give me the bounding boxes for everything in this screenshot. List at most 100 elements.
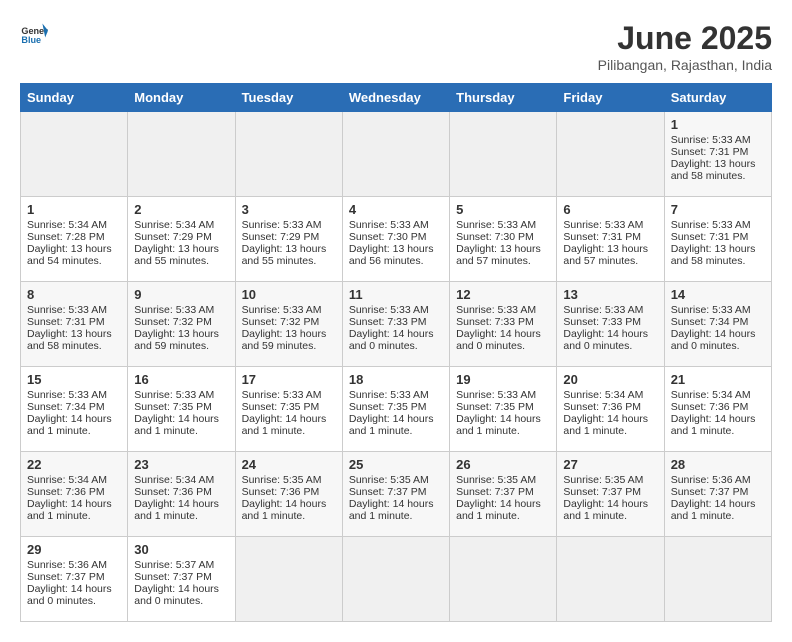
sunset-label: Sunset: 7:28 PM bbox=[27, 231, 105, 243]
day-number: 24 bbox=[242, 457, 336, 472]
calendar-week-3: 8 Sunrise: 5:33 AM Sunset: 7:31 PM Dayli… bbox=[21, 282, 772, 367]
page-header: General Blue June 2025 Pilibangan, Rajas… bbox=[20, 20, 772, 73]
sunset-label: Sunset: 7:35 PM bbox=[349, 401, 427, 413]
day-number: 21 bbox=[671, 372, 765, 387]
sunrise-label: Sunrise: 5:33 AM bbox=[671, 304, 751, 316]
sunrise-label: Sunrise: 5:34 AM bbox=[671, 389, 751, 401]
sunset-label: Sunset: 7:36 PM bbox=[671, 401, 749, 413]
sunrise-label: Sunrise: 5:36 AM bbox=[671, 474, 751, 486]
calendar-cell: 24 Sunrise: 5:35 AM Sunset: 7:36 PM Dayl… bbox=[235, 452, 342, 537]
daylight-label: Daylight: 13 hours and 58 minutes. bbox=[671, 158, 756, 182]
weekday-header-sunday: Sunday bbox=[21, 84, 128, 112]
day-number: 7 bbox=[671, 202, 765, 217]
sunset-label: Sunset: 7:34 PM bbox=[27, 401, 105, 413]
calendar-cell bbox=[235, 537, 342, 622]
calendar-cell: 11 Sunrise: 5:33 AM Sunset: 7:33 PM Dayl… bbox=[342, 282, 449, 367]
logo: General Blue bbox=[20, 20, 48, 48]
calendar-table: SundayMondayTuesdayWednesdayThursdayFrid… bbox=[20, 83, 772, 622]
daylight-label: Daylight: 13 hours and 57 minutes. bbox=[456, 243, 541, 267]
daylight-label: Daylight: 14 hours and 0 minutes. bbox=[134, 583, 219, 607]
calendar-week-4: 15 Sunrise: 5:33 AM Sunset: 7:34 PM Dayl… bbox=[21, 367, 772, 452]
sunrise-label: Sunrise: 5:33 AM bbox=[349, 389, 429, 401]
day-number: 29 bbox=[27, 542, 121, 557]
location-title: Pilibangan, Rajasthan, India bbox=[598, 57, 772, 73]
sunrise-label: Sunrise: 5:33 AM bbox=[242, 304, 322, 316]
sunset-label: Sunset: 7:35 PM bbox=[242, 401, 320, 413]
weekday-header-friday: Friday bbox=[557, 84, 664, 112]
sunset-label: Sunset: 7:35 PM bbox=[456, 401, 534, 413]
weekday-header-thursday: Thursday bbox=[450, 84, 557, 112]
day-number: 20 bbox=[563, 372, 657, 387]
daylight-label: Daylight: 14 hours and 0 minutes. bbox=[349, 328, 434, 352]
calendar-cell: 29 Sunrise: 5:36 AM Sunset: 7:37 PM Dayl… bbox=[21, 537, 128, 622]
sunset-label: Sunset: 7:31 PM bbox=[671, 231, 749, 243]
day-number: 13 bbox=[563, 287, 657, 302]
calendar-cell: 16 Sunrise: 5:33 AM Sunset: 7:35 PM Dayl… bbox=[128, 367, 235, 452]
svg-text:Blue: Blue bbox=[21, 35, 41, 45]
day-number: 9 bbox=[134, 287, 228, 302]
calendar-week-6: 29 Sunrise: 5:36 AM Sunset: 7:37 PM Dayl… bbox=[21, 537, 772, 622]
calendar-cell bbox=[557, 112, 664, 197]
calendar-cell: 5 Sunrise: 5:33 AM Sunset: 7:30 PM Dayli… bbox=[450, 197, 557, 282]
day-number: 1 bbox=[27, 202, 121, 217]
calendar-cell: 22 Sunrise: 5:34 AM Sunset: 7:36 PM Dayl… bbox=[21, 452, 128, 537]
daylight-label: Daylight: 13 hours and 55 minutes. bbox=[134, 243, 219, 267]
calendar-cell bbox=[557, 537, 664, 622]
daylight-label: Daylight: 13 hours and 57 minutes. bbox=[563, 243, 648, 267]
calendar-cell: 17 Sunrise: 5:33 AM Sunset: 7:35 PM Dayl… bbox=[235, 367, 342, 452]
calendar-cell: 18 Sunrise: 5:33 AM Sunset: 7:35 PM Dayl… bbox=[342, 367, 449, 452]
sunset-label: Sunset: 7:37 PM bbox=[563, 486, 641, 498]
daylight-label: Daylight: 13 hours and 59 minutes. bbox=[134, 328, 219, 352]
sunset-label: Sunset: 7:35 PM bbox=[134, 401, 212, 413]
day-number: 12 bbox=[456, 287, 550, 302]
daylight-label: Daylight: 14 hours and 0 minutes. bbox=[563, 328, 648, 352]
weekday-header-saturday: Saturday bbox=[664, 84, 771, 112]
daylight-label: Daylight: 13 hours and 59 minutes. bbox=[242, 328, 327, 352]
sunset-label: Sunset: 7:37 PM bbox=[134, 571, 212, 583]
sunset-label: Sunset: 7:36 PM bbox=[563, 401, 641, 413]
day-number: 8 bbox=[27, 287, 121, 302]
sunset-label: Sunset: 7:36 PM bbox=[242, 486, 320, 498]
sunrise-label: Sunrise: 5:33 AM bbox=[456, 219, 536, 231]
day-number: 23 bbox=[134, 457, 228, 472]
day-number: 3 bbox=[242, 202, 336, 217]
sunrise-label: Sunrise: 5:36 AM bbox=[27, 559, 107, 571]
calendar-cell bbox=[450, 112, 557, 197]
sunset-label: Sunset: 7:33 PM bbox=[349, 316, 427, 328]
calendar-week-5: 22 Sunrise: 5:34 AM Sunset: 7:36 PM Dayl… bbox=[21, 452, 772, 537]
day-number: 22 bbox=[27, 457, 121, 472]
sunrise-label: Sunrise: 5:33 AM bbox=[349, 219, 429, 231]
month-title: June 2025 bbox=[598, 20, 772, 57]
day-number: 17 bbox=[242, 372, 336, 387]
calendar-week-1: 1 Sunrise: 5:33 AM Sunset: 7:31 PM Dayli… bbox=[21, 112, 772, 197]
sunrise-label: Sunrise: 5:37 AM bbox=[134, 559, 214, 571]
calendar-cell: 23 Sunrise: 5:34 AM Sunset: 7:36 PM Dayl… bbox=[128, 452, 235, 537]
day-number: 1 bbox=[671, 117, 765, 132]
calendar-cell: 6 Sunrise: 5:33 AM Sunset: 7:31 PM Dayli… bbox=[557, 197, 664, 282]
calendar-cell bbox=[450, 537, 557, 622]
calendar-cell bbox=[664, 537, 771, 622]
daylight-label: Daylight: 14 hours and 1 minute. bbox=[242, 498, 327, 522]
calendar-cell bbox=[235, 112, 342, 197]
day-number: 4 bbox=[349, 202, 443, 217]
daylight-label: Daylight: 14 hours and 1 minute. bbox=[671, 413, 756, 437]
sunset-label: Sunset: 7:36 PM bbox=[134, 486, 212, 498]
calendar-cell: 21 Sunrise: 5:34 AM Sunset: 7:36 PM Dayl… bbox=[664, 367, 771, 452]
daylight-label: Daylight: 14 hours and 1 minute. bbox=[27, 498, 112, 522]
daylight-label: Daylight: 14 hours and 1 minute. bbox=[456, 413, 541, 437]
sunset-label: Sunset: 7:33 PM bbox=[563, 316, 641, 328]
sunrise-label: Sunrise: 5:35 AM bbox=[242, 474, 322, 486]
sunrise-label: Sunrise: 5:33 AM bbox=[134, 389, 214, 401]
day-number: 2 bbox=[134, 202, 228, 217]
calendar-cell: 14 Sunrise: 5:33 AM Sunset: 7:34 PM Dayl… bbox=[664, 282, 771, 367]
calendar-cell: 3 Sunrise: 5:33 AM Sunset: 7:29 PM Dayli… bbox=[235, 197, 342, 282]
calendar-cell: 8 Sunrise: 5:33 AM Sunset: 7:31 PM Dayli… bbox=[21, 282, 128, 367]
calendar-cell: 10 Sunrise: 5:33 AM Sunset: 7:32 PM Dayl… bbox=[235, 282, 342, 367]
day-number: 25 bbox=[349, 457, 443, 472]
sunset-label: Sunset: 7:34 PM bbox=[671, 316, 749, 328]
calendar-cell: 19 Sunrise: 5:33 AM Sunset: 7:35 PM Dayl… bbox=[450, 367, 557, 452]
day-number: 15 bbox=[27, 372, 121, 387]
sunrise-label: Sunrise: 5:33 AM bbox=[242, 389, 322, 401]
sunrise-label: Sunrise: 5:35 AM bbox=[563, 474, 643, 486]
daylight-label: Daylight: 14 hours and 1 minute. bbox=[134, 498, 219, 522]
